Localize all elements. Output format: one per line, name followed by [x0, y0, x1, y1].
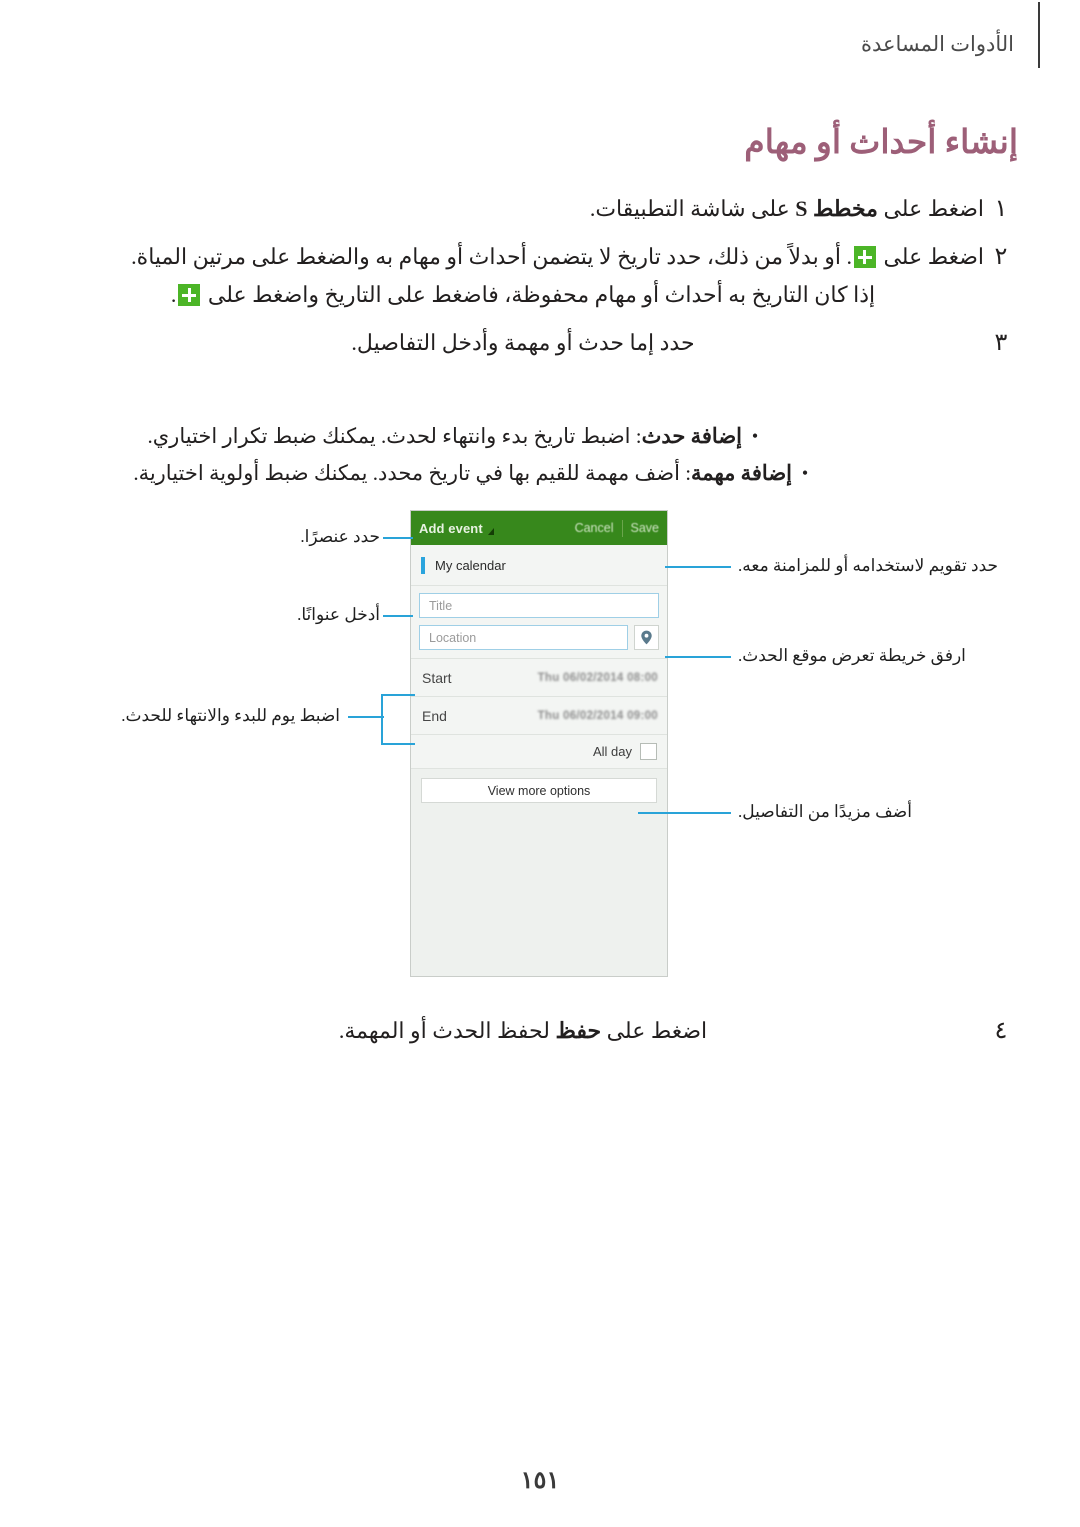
- step-text-part: . أو بدلاً من ذلك، حدد تاريخ لا يتضمن أح…: [131, 244, 852, 269]
- step-text: اضغط على مخطط S على شاشة التطبيقات.: [62, 190, 984, 228]
- calendar-name: My calendar: [435, 557, 506, 573]
- step-text: اضغط على . أو بدلاً من ذلك، حدد تاريخ لا…: [62, 238, 984, 314]
- figure-add-event: Add event Cancel Save My calendar Title …: [0, 510, 1080, 980]
- phone-screenshot: Add event Cancel Save My calendar Title …: [410, 510, 668, 977]
- start-label: Start: [422, 669, 452, 686]
- start-row[interactable]: Start Thu 06/02/2014 08:00: [411, 659, 667, 697]
- step-text-part: اضغط على: [877, 196, 984, 221]
- steps-list: ١ اضغط على مخطط S على شاشة التطبيقات. ٢ …: [62, 190, 1018, 372]
- action-bar: Add event Cancel Save: [411, 511, 667, 545]
- callout-enter-title: أدخل عنوانًا.: [297, 605, 380, 624]
- page-number: ١٥١: [520, 1468, 560, 1494]
- bullet-label: إضافة مهمة: [691, 461, 792, 485]
- leader-line-select-calendar: [665, 566, 731, 568]
- title-input[interactable]: Title: [419, 593, 659, 618]
- bullet-list: • إضافة حدث: اضبط تاريخ بدء وانتهاء لحدث…: [62, 418, 1018, 492]
- step-text-part: إذا كان التاريخ به أحداث أو مهام محفوظة،…: [202, 282, 876, 307]
- step-text: حدد إما حدث أو مهمة وأدخل التفاصيل.: [62, 324, 984, 362]
- running-header-title: الأدوات المساعدة: [860, 32, 1014, 56]
- add-plus-icon: [178, 284, 201, 306]
- step-number: ٤: [994, 1018, 1008, 1044]
- callout-select-calendar: حدد تقويم لاستخدامه أو للمزامنة معه.: [738, 556, 999, 575]
- bullet-body: اضبط تاريخ بدء وانتهاء لحدث. يمكنك ضبط ت…: [147, 424, 631, 448]
- final-step-wrapper: ٤ اضغط على حفظ لحفظ الحدث أو المهمة.: [62, 1012, 1018, 1060]
- end-value: Thu 06/02/2014 09:00: [537, 709, 658, 722]
- step-text-part: لحفظ الحدث أو المهمة.: [338, 1018, 556, 1043]
- step-text-part: على شاشة التطبيقات.: [589, 196, 796, 221]
- start-value: Thu 06/02/2014 08:00: [537, 671, 658, 684]
- leader-bracket-start-end: [381, 694, 415, 745]
- step-text-part: اضغط على: [877, 244, 984, 269]
- event-type-dropdown[interactable]: Add event: [419, 521, 494, 536]
- bullet-text: إضافة حدث: اضبط تاريخ بدء وانتهاء لحدث. …: [62, 418, 743, 455]
- bullet-label: إضافة حدث: [641, 424, 742, 448]
- add-plus-icon: [853, 246, 876, 268]
- step-item: ١ اضغط على مخطط S على شاشة التطبيقات.: [62, 190, 1018, 228]
- all-day-label: All day: [592, 744, 632, 759]
- callout-set-start-end: اضبط يوم للبدء والانتهاء للحدث.: [121, 706, 340, 725]
- cancel-button[interactable]: Cancel: [567, 521, 622, 535]
- location-input[interactable]: Location: [419, 625, 628, 650]
- map-pin-button[interactable]: [634, 625, 659, 650]
- end-label: End: [422, 707, 447, 724]
- save-button[interactable]: Save: [623, 521, 668, 535]
- end-row[interactable]: End Thu 06/02/2014 09:00: [411, 697, 667, 735]
- step-number: ٢: [994, 244, 1008, 270]
- step-number: ١: [994, 196, 1008, 222]
- bullet-dot: •: [751, 426, 759, 446]
- step-item: ٣ حدد إما حدث أو مهمة وأدخل التفاصيل.: [62, 324, 1018, 362]
- page-title: إنشاء أحداث أو مهام: [744, 125, 1018, 161]
- action-bar-actions: Cancel Save: [567, 511, 667, 545]
- step-text-part: .: [170, 282, 177, 307]
- callout-attach-map: ارفق خريطة تعرض موقع الحدث.: [738, 646, 966, 665]
- bullet-body: أضف مهمة للقيم بها في تاريخ محدد. يمكنك …: [133, 461, 680, 485]
- bullet-dot: •: [801, 463, 809, 483]
- step-item: ٤ اضغط على حفظ لحفظ الحدث أو المهمة.: [62, 1012, 1018, 1050]
- bullet-text: إضافة مهمة: أضف مهمة للقيم بها في تاريخ …: [62, 455, 792, 492]
- header-rule: [1038, 2, 1040, 68]
- step-text-bold: مخطط S: [795, 196, 878, 221]
- text-fields-group: Title Location: [411, 586, 667, 659]
- calendar-selector-row[interactable]: My calendar: [411, 545, 667, 586]
- step-number: ٣: [994, 330, 1008, 356]
- leader-line-start-end: [348, 716, 384, 718]
- leader-line-select-item: [383, 537, 413, 539]
- action-bar-title: Add event: [419, 520, 483, 536]
- callout-add-details: أضف مزيدًا من التفاصيل.: [738, 802, 912, 821]
- callout-select-item: حدد عنصرًا.: [300, 527, 380, 546]
- more-options-row: View more options: [411, 769, 667, 803]
- step-text: اضغط على حفظ لحفظ الحدث أو المهمة.: [62, 1012, 984, 1050]
- step-item: ٢ اضغط على . أو بدلاً من ذلك، حدد تاريخ …: [62, 238, 1018, 314]
- leader-line-enter-title: [383, 615, 413, 617]
- page-header: الأدوات المساعدة: [0, 0, 1080, 86]
- all-day-checkbox[interactable]: [640, 743, 657, 760]
- view-more-options-button[interactable]: View more options: [421, 778, 657, 803]
- bullet-item: • إضافة حدث: اضبط تاريخ بدء وانتهاء لحدث…: [62, 418, 1018, 455]
- bullet-separator: :: [630, 424, 642, 448]
- calendar-color-swatch: [421, 556, 425, 574]
- map-pin-icon: [641, 630, 652, 645]
- step-text-part: حدد إما حدث أو مهمة وأدخل التفاصيل.: [351, 330, 695, 355]
- leader-line-attach-map: [665, 656, 731, 658]
- bullet-separator: :: [679, 461, 692, 485]
- leader-line-add-details: [638, 812, 731, 814]
- bullet-item: • إضافة مهمة: أضف مهمة للقيم بها في تاري…: [62, 455, 1018, 492]
- step-text-part: اضغط على: [601, 1018, 708, 1043]
- all-day-row[interactable]: All day: [411, 735, 667, 769]
- dropdown-caret-icon: [487, 528, 494, 535]
- location-row: Location: [419, 625, 659, 650]
- step-text-bold: حفظ: [555, 1018, 602, 1043]
